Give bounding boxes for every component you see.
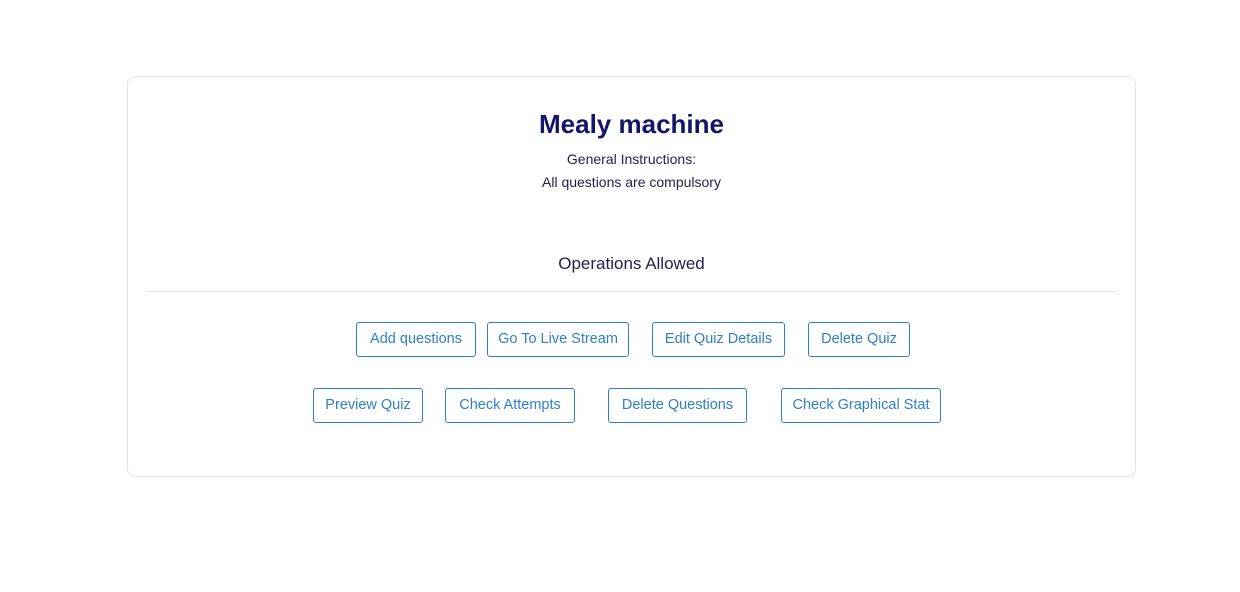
instructions-text: All questions are compulsory	[542, 174, 721, 190]
quiz-card: Mealy machine General Instructions: All …	[127, 76, 1136, 477]
delete-questions-button[interactable]: Delete Questions	[608, 388, 747, 423]
check-attempts-button[interactable]: Check Attempts	[445, 388, 575, 423]
check-graphical-stat-button[interactable]: Check Graphical Stat	[781, 388, 941, 423]
operations-heading: Operations Allowed	[558, 254, 705, 273]
add-questions-button[interactable]: Add questions	[356, 322, 476, 357]
instructions-label: General Instructions:	[566, 151, 697, 167]
divider	[147, 291, 1116, 292]
delete-quiz-button[interactable]: Delete Quiz	[808, 322, 910, 357]
quiz-title: Mealy machine	[539, 109, 724, 139]
live-stream-button[interactable]: Go To Live Stream	[487, 322, 629, 357]
preview-quiz-button[interactable]: Preview Quiz	[313, 388, 423, 423]
edit-quiz-details-button[interactable]: Edit Quiz Details	[652, 322, 785, 357]
